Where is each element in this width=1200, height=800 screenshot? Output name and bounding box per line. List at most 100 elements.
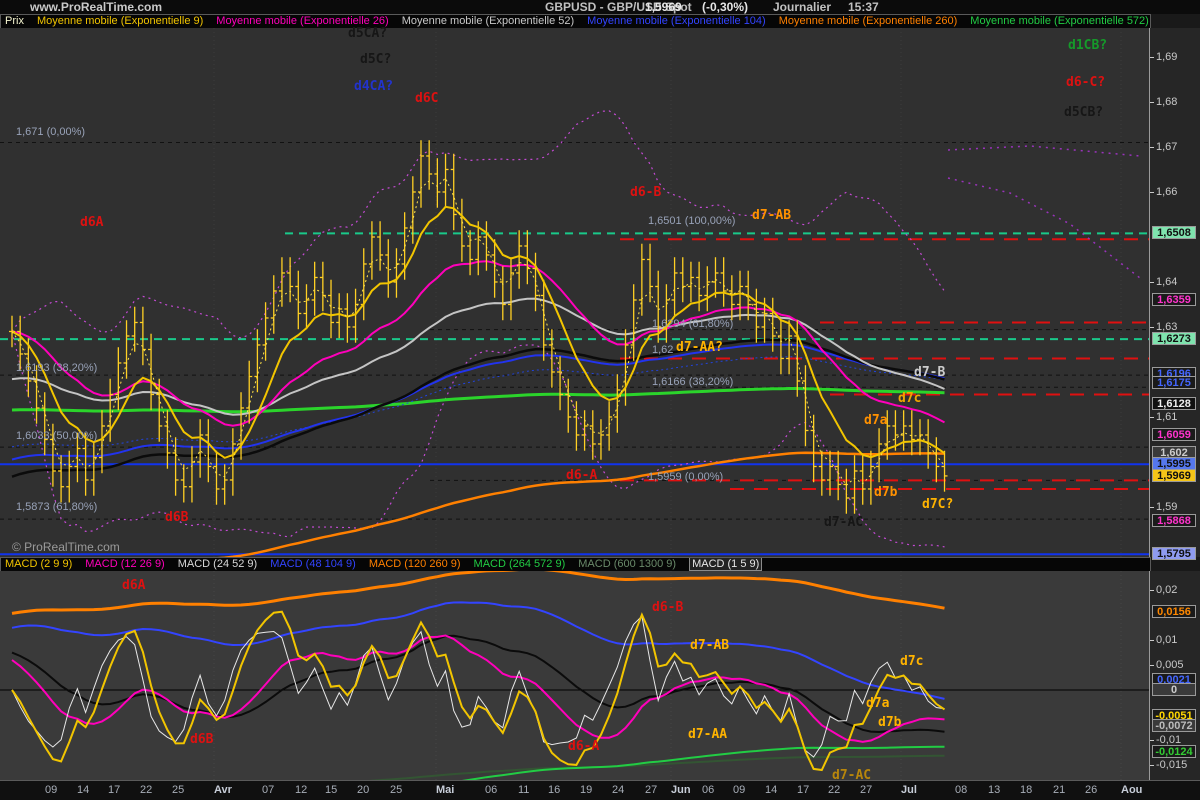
x-axis-day-label: 20 bbox=[357, 784, 369, 796]
prorealtime-window: www.ProRealTime.com GBPUSD - GBP/USD Spo… bbox=[0, 0, 1200, 800]
x-axis-day-label: 09 bbox=[733, 784, 745, 796]
macd-legend-item-7[interactable]: MACD (1 5 9) bbox=[689, 557, 762, 571]
fibonacci-level-label: 1,62 bbox=[652, 344, 673, 356]
elliott-wave-label: d4CA? bbox=[354, 79, 393, 94]
timeframe-label[interactable]: Journalier bbox=[773, 0, 831, 14]
x-axis-day-label: 24 bbox=[612, 784, 624, 796]
title-bar: www.ProRealTime.com GBPUSD - GBP/USD Spo… bbox=[0, 0, 1200, 14]
price-legend-item-3[interactable]: Moyenne mobile (Exponentielle 52) bbox=[402, 15, 574, 27]
x-axis-day-label: 06 bbox=[702, 784, 714, 796]
x-axis-day-label: 27 bbox=[645, 784, 657, 796]
elliott-wave-label: d6-C? bbox=[1066, 75, 1105, 90]
axis-value-box: 1,6175 bbox=[1152, 376, 1196, 389]
x-axis-day-label: 18 bbox=[1020, 784, 1032, 796]
elliott-wave-label: d1CB? bbox=[1068, 38, 1107, 53]
elliott-wave-label: d5CB? bbox=[1064, 105, 1103, 120]
elliott-wave-label: d6B bbox=[165, 510, 188, 525]
fibonacci-level-label: 1,6501 (100,00%) bbox=[648, 215, 735, 227]
macd-legend-bar: MACD (2 9 9) MACD (12 26 9) MACD (24 52 9)… bbox=[0, 557, 1151, 572]
axis-value-box: 1,5868 bbox=[1152, 514, 1196, 527]
elliott-wave-label: d6-A bbox=[566, 468, 597, 483]
x-axis-day-label: 06 bbox=[485, 784, 497, 796]
fibonacci-level-label: 1,6294 (61,80%) bbox=[652, 318, 733, 330]
elliott-wave-label: d7b bbox=[874, 485, 897, 500]
axis-tick: 1,69 bbox=[1156, 51, 1177, 63]
macd-legend-item-4[interactable]: MACD (120 260 9) bbox=[369, 558, 461, 570]
x-axis-month-label: Aou bbox=[1121, 784, 1142, 796]
price-legend-item-4[interactable]: Moyenne mobile (Exponentielle 104) bbox=[587, 15, 766, 27]
fibonacci-level-label: 1,6193 (38,20%) bbox=[16, 362, 97, 374]
macd-panel[interactable]: d6Ad6-Bd7-ABd7cd7ad7bd6Bd7-AAd6-Ad7-AC bbox=[0, 571, 1150, 780]
clock: 15:37 bbox=[848, 0, 879, 14]
axis-tick: 1,67 bbox=[1156, 141, 1177, 153]
x-axis-day-label: 25 bbox=[172, 784, 184, 796]
fibonacci-level-label: 1,671 (0,00%) bbox=[16, 126, 85, 138]
site-link[interactable]: www.ProRealTime.com bbox=[30, 0, 162, 14]
x-axis-day-label: 19 bbox=[580, 784, 592, 796]
elliott-wave-label: d7C? bbox=[922, 497, 953, 512]
x-axis-day-label: 14 bbox=[765, 784, 777, 796]
x-axis-day-label: 25 bbox=[390, 784, 402, 796]
axis-tick: 0,01 bbox=[1156, 634, 1177, 646]
x-axis-day-label: 12 bbox=[295, 784, 307, 796]
elliott-wave-label: d7-AC bbox=[824, 515, 863, 530]
elliott-wave-label: d7c bbox=[898, 391, 921, 406]
x-axis-day-label: 21 bbox=[1053, 784, 1065, 796]
macd-legend-item-6[interactable]: MACD (600 1300 9) bbox=[578, 558, 676, 570]
macd-legend-item-5[interactable]: MACD (264 572 9) bbox=[474, 558, 566, 570]
axis-tick: 1,66 bbox=[1156, 186, 1177, 198]
axis-tick: -0,015 bbox=[1156, 759, 1187, 771]
axis-value-box: -0,0124 bbox=[1152, 745, 1196, 758]
axis-tick: 0,02 bbox=[1156, 584, 1177, 596]
price-legend-item-5[interactable]: Moyenne mobile (Exponentielle 260) bbox=[779, 15, 958, 27]
x-axis-day-label: 22 bbox=[140, 784, 152, 796]
x-axis-day-label: 27 bbox=[860, 784, 872, 796]
elliott-wave-label: d7-AB bbox=[690, 638, 729, 653]
axis-value-box: 0,0156 bbox=[1152, 605, 1196, 618]
x-axis-day-label: 16 bbox=[548, 784, 560, 796]
fibonacci-level-label: 1,6033 (50,00%) bbox=[16, 430, 97, 442]
x-axis-month-label: Avr bbox=[214, 784, 232, 796]
elliott-wave-label: d5C? bbox=[360, 52, 391, 67]
macd-legend-item-0[interactable]: MACD (2 9 9) bbox=[5, 558, 72, 570]
macd-legend-item-2[interactable]: MACD (24 52 9) bbox=[178, 558, 257, 570]
x-axis-month-label: Jun bbox=[671, 784, 691, 796]
elliott-wave-label: d7a bbox=[866, 696, 889, 711]
x-axis-month-label: Mai bbox=[436, 784, 454, 796]
price-change: (-0,30%) bbox=[702, 0, 748, 14]
axis-tick: 1,68 bbox=[1156, 96, 1177, 108]
x-axis-month-label: Jul bbox=[901, 784, 917, 796]
fibonacci-level-label: 1,5873 (61,80%) bbox=[16, 501, 97, 513]
macd-legend-item-3[interactable]: MACD (48 104 9) bbox=[270, 558, 356, 570]
macd-axis[interactable]: 0,020,010,005-0,01-0,0150,01560,00210-0,… bbox=[1149, 571, 1200, 780]
price-legend-item-0[interactable]: Prix bbox=[5, 15, 24, 27]
axis-value-box: 0 bbox=[1152, 683, 1196, 696]
axis-value-box: 1,5795 bbox=[1152, 547, 1196, 560]
x-axis-day-label: 17 bbox=[108, 784, 120, 796]
time-axis[interactable]: 0914172225Avr0712152025Mai061116192427Ju… bbox=[0, 780, 1200, 800]
axis-value-box: 1,6508 bbox=[1152, 226, 1196, 239]
axis-tick: 1,59 bbox=[1156, 501, 1177, 513]
elliott-wave-label: d7-B bbox=[914, 365, 945, 380]
macd-legend-item-1[interactable]: MACD (12 26 9) bbox=[85, 558, 164, 570]
fibonacci-level-label: 1,5959 (0,00%) bbox=[648, 471, 723, 483]
elliott-wave-label: d7c bbox=[900, 654, 923, 669]
axis-value-box: 1,6059 bbox=[1152, 428, 1196, 441]
axis-tick: 1,64 bbox=[1156, 276, 1177, 288]
elliott-wave-label: d6A bbox=[122, 578, 145, 593]
axis-tick: 0,005 bbox=[1156, 659, 1184, 671]
price-legend-item-6[interactable]: Moyenne mobile (Exponentielle 572) bbox=[970, 15, 1149, 27]
elliott-wave-label: d5CA? bbox=[348, 26, 387, 41]
x-axis-day-label: 11 bbox=[518, 784, 529, 796]
elliott-wave-label: d7b bbox=[878, 715, 901, 730]
elliott-wave-label: d6-A bbox=[568, 739, 599, 754]
x-axis-day-label: 26 bbox=[1085, 784, 1097, 796]
elliott-wave-label: d7-AA? bbox=[676, 340, 723, 355]
elliott-wave-label: d6B bbox=[190, 732, 213, 747]
price-legend-item-1[interactable]: Moyenne mobile (Exponentielle 9) bbox=[37, 15, 203, 27]
x-axis-day-label: 09 bbox=[45, 784, 57, 796]
elliott-wave-label: d6-B bbox=[652, 600, 683, 615]
price-chart-panel[interactable]: © ProRealTime.com 1,671 (0,00%)1,6501 (1… bbox=[0, 28, 1150, 557]
elliott-wave-label: d6C bbox=[415, 91, 438, 106]
price-axis[interactable]: 1,691,681,671,661,641,631,611,591,65081,… bbox=[1149, 28, 1200, 557]
